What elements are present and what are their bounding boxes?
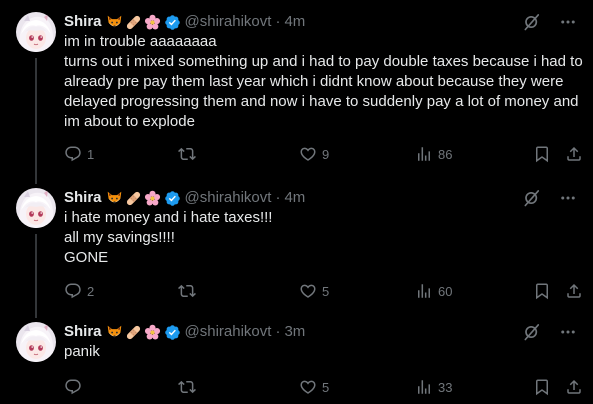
like-button[interactable]: 9 xyxy=(299,145,329,163)
bandage-emoji xyxy=(125,324,142,341)
retweet-button[interactable] xyxy=(178,282,201,300)
tweet-top-actions xyxy=(522,12,577,32)
view-count: 60 xyxy=(438,283,453,299)
fox-emoji xyxy=(106,14,123,31)
fox-emoji xyxy=(106,324,123,341)
reply-icon xyxy=(64,282,82,300)
verified-badge-icon[interactable] xyxy=(164,14,181,31)
like-count: 5 xyxy=(322,283,330,299)
grok-icon[interactable] xyxy=(522,322,542,342)
reply-button[interactable]: 2 xyxy=(64,282,94,300)
like-button[interactable]: 5 xyxy=(299,282,329,300)
tweet-header: Shira @shirahikovt · 4m xyxy=(64,188,305,208)
flower-emoji xyxy=(144,190,161,207)
bookmark-button[interactable] xyxy=(533,378,551,396)
retweet-icon xyxy=(178,282,196,300)
share-button[interactable] xyxy=(565,378,583,396)
reply-icon xyxy=(64,145,82,163)
tweet-actions: 1 9 86 xyxy=(0,145,593,165)
display-name[interactable]: Shira xyxy=(64,12,102,32)
flower-emoji xyxy=(144,324,161,341)
retweet-icon xyxy=(178,378,196,396)
views-icon xyxy=(415,378,433,396)
retweet-icon xyxy=(178,145,196,163)
timestamp[interactable]: 4m xyxy=(284,188,305,208)
like-count: 9 xyxy=(322,146,330,162)
views-icon xyxy=(415,145,433,163)
verified-badge-icon[interactable] xyxy=(164,324,181,341)
tweet[interactable]: Shira @shirahikovt · 4m i hate money and i h… xyxy=(0,188,593,304)
reply-count: 1 xyxy=(87,146,95,162)
user-handle[interactable]: @shirahikovt xyxy=(185,188,272,208)
heart-icon xyxy=(299,145,317,163)
name-emojis xyxy=(106,324,161,341)
grok-icon[interactable] xyxy=(522,12,542,32)
separator-dot: · xyxy=(275,189,281,206)
tweet-text: i hate money and i hate taxes!!! all my … xyxy=(64,209,273,266)
bookmark-icon xyxy=(533,282,551,300)
avatar[interactable] xyxy=(16,322,56,362)
retweet-button[interactable] xyxy=(178,145,201,163)
views-icon xyxy=(415,282,433,300)
view-count: 86 xyxy=(438,146,453,162)
tweet-top-actions xyxy=(522,188,577,208)
user-handle[interactable]: @shirahikovt xyxy=(185,322,272,342)
tweet-text: im in trouble aaaaaaaa turns out i mixed… xyxy=(64,33,583,130)
more-options-icon[interactable] xyxy=(559,189,577,207)
bookmark-icon xyxy=(533,145,551,163)
like-button[interactable]: 5 xyxy=(299,378,329,396)
flower-emoji xyxy=(144,14,161,31)
reply-button[interactable] xyxy=(64,378,87,396)
more-options-icon[interactable] xyxy=(559,13,577,31)
name-emojis xyxy=(106,190,161,207)
heart-icon xyxy=(299,282,317,300)
tweet-header: Shira @shirahikovt · 4m xyxy=(64,12,305,32)
display-name[interactable]: Shira xyxy=(64,188,102,208)
reply-button[interactable]: 1 xyxy=(64,145,94,163)
tweet-top-actions xyxy=(522,322,577,342)
user-handle[interactable]: @shirahikovt xyxy=(185,12,272,32)
separator-dot: · xyxy=(275,13,281,30)
separator-dot: · xyxy=(275,323,281,340)
timestamp[interactable]: 4m xyxy=(284,12,305,32)
thread: Shira @shirahikovt · 4m im in trouble aaaaaa… xyxy=(0,0,593,404)
bandage-emoji xyxy=(125,14,142,31)
share-button[interactable] xyxy=(565,145,583,163)
share-icon xyxy=(565,145,583,163)
tweet[interactable]: Shira @shirahikovt · 4m im in trouble aaaaaa… xyxy=(0,12,593,167)
share-icon xyxy=(565,378,583,396)
share-button[interactable] xyxy=(565,282,583,300)
reply-count: 2 xyxy=(87,283,95,299)
tweet-actions: 2 5 60 xyxy=(0,282,593,302)
tweet-text: panik xyxy=(64,343,100,360)
more-options-icon[interactable] xyxy=(559,323,577,341)
tweet[interactable]: Shira @shirahikovt · 3m panik 5 33 xyxy=(0,322,593,400)
grok-icon[interactable] xyxy=(522,188,542,208)
bookmark-icon xyxy=(533,378,551,396)
view-count: 33 xyxy=(438,379,453,395)
bookmark-button[interactable] xyxy=(533,145,551,163)
share-icon xyxy=(565,282,583,300)
tweet-actions: 5 33 xyxy=(0,378,593,398)
like-count: 5 xyxy=(322,379,330,395)
timestamp[interactable]: 3m xyxy=(284,322,305,342)
avatar[interactable] xyxy=(16,188,56,228)
name-emojis xyxy=(106,14,161,31)
views-button[interactable]: 33 xyxy=(415,378,452,396)
bandage-emoji xyxy=(125,190,142,207)
tweet-header: Shira @shirahikovt · 3m xyxy=(64,322,305,342)
heart-icon xyxy=(299,378,317,396)
views-button[interactable]: 86 xyxy=(415,145,452,163)
display-name[interactable]: Shira xyxy=(64,322,102,342)
retweet-button[interactable] xyxy=(178,378,201,396)
views-button[interactable]: 60 xyxy=(415,282,452,300)
avatar[interactable] xyxy=(16,12,56,52)
reply-icon xyxy=(64,378,82,396)
bookmark-button[interactable] xyxy=(533,282,551,300)
fox-emoji xyxy=(106,190,123,207)
verified-badge-icon[interactable] xyxy=(164,190,181,207)
